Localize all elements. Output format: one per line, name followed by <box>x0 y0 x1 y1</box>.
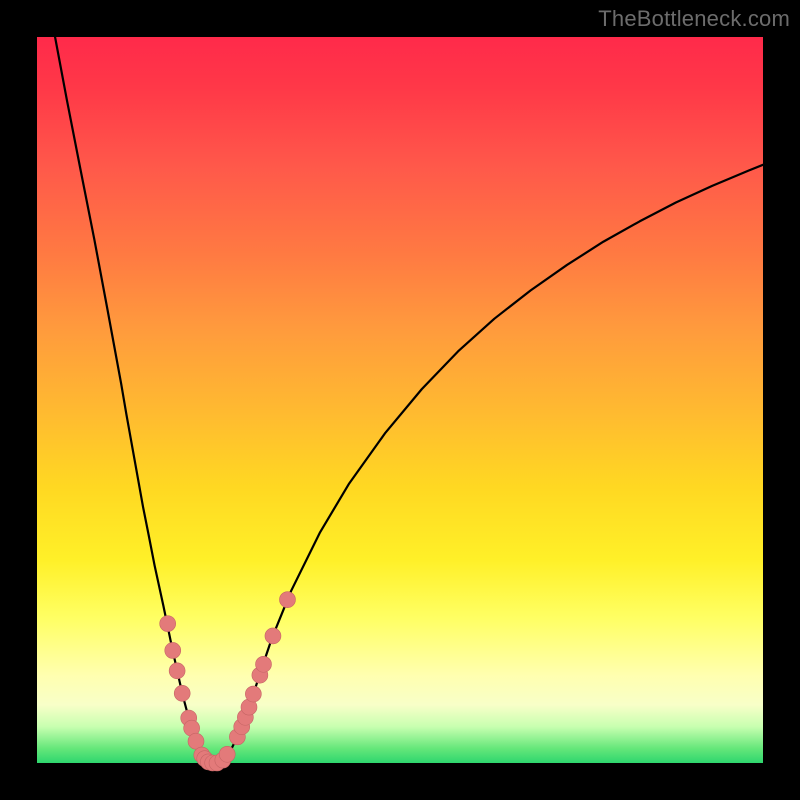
data-marker <box>256 656 272 672</box>
curve-group <box>54 30 763 763</box>
chart-svg <box>37 37 763 763</box>
data-marker <box>174 685 190 701</box>
data-marker <box>165 642 181 658</box>
data-marker <box>160 616 176 632</box>
curve-right-branch <box>222 165 763 760</box>
data-marker <box>279 592 295 608</box>
data-marker <box>245 686 261 702</box>
data-marker <box>219 746 235 762</box>
data-marker <box>265 628 281 644</box>
chart-frame: TheBottleneck.com <box>0 0 800 800</box>
watermark-text: TheBottleneck.com <box>598 6 790 32</box>
curve-left-branch <box>54 30 217 763</box>
data-marker <box>169 663 185 679</box>
